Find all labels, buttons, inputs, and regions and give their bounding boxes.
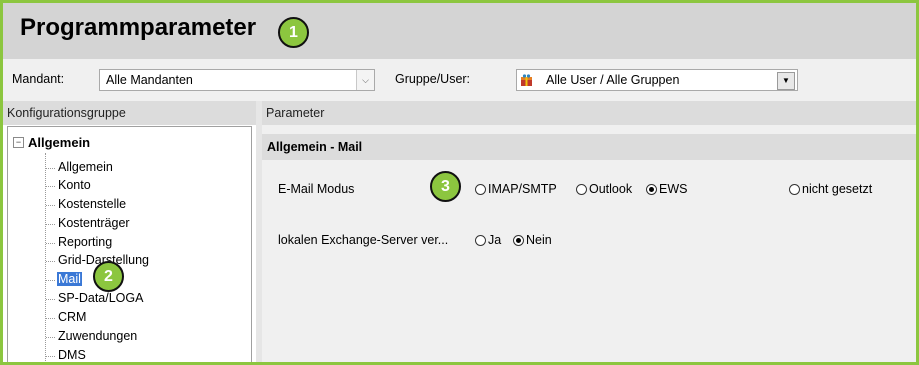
- radio-nicht-gesetzt[interactable]: nicht gesetzt: [789, 182, 872, 198]
- tree-guide-line: [45, 153, 46, 362]
- param-row-email-modus: E-Mail Modus IMAP/SMTP Outlook EWS nicht…: [262, 180, 916, 200]
- mandant-select[interactable]: Alle Mandanten ⌵: [99, 69, 375, 91]
- radio-nein[interactable]: Nein: [513, 233, 552, 249]
- radio-checked-icon: [646, 184, 657, 195]
- param-row-exchange-server: lokalen Exchange-Server ver... Ja Nein: [262, 231, 916, 251]
- radio-checked-icon: [513, 235, 524, 246]
- config-group-header: Konfigurationsgruppe: [3, 101, 256, 125]
- section-title: Allgemein - Mail: [262, 134, 916, 160]
- radio-circle-icon: [475, 184, 486, 195]
- page-title: Programmparameter: [20, 14, 257, 41]
- radio-circle-icon: [789, 184, 800, 195]
- radio-outlook[interactable]: Outlook: [576, 182, 632, 198]
- gruppe-select[interactable]: Alle User / Alle Gruppen ▼: [516, 69, 798, 91]
- app-window: Programmparameter 1 Mandant: Alle Mandan…: [0, 0, 919, 365]
- tree-root-allgemein[interactable]: Allgemein: [28, 135, 90, 150]
- radio-circle-icon: [576, 184, 587, 195]
- title-bar: Programmparameter 1: [3, 3, 916, 59]
- radio-circle-icon: [475, 235, 486, 246]
- chevron-down-icon[interactable]: ⌵: [356, 70, 374, 90]
- config-tree: − Allgemein Allgemein Konto Kostenstelle…: [7, 126, 252, 362]
- gruppe-label: Gruppe/User:: [395, 72, 471, 86]
- radio-ews[interactable]: EWS: [646, 182, 687, 198]
- param-label: lokalen Exchange-Server ver...: [278, 233, 449, 247]
- filter-bar: Mandant: Alle Mandanten ⌵ Gruppe/User: A…: [3, 59, 916, 102]
- gruppe-value: Alle User / Alle Gruppen: [546, 73, 680, 87]
- param-label: E-Mail Modus: [278, 182, 355, 196]
- callout-badge-3: 3: [430, 171, 461, 202]
- gift-icon: [521, 74, 532, 86]
- parameter-panel: Allgemein - Mail E-Mail Modus IMAP/SMTP …: [262, 125, 916, 362]
- mandant-label: Mandant:: [12, 72, 65, 86]
- radio-ja[interactable]: Ja: [475, 233, 501, 249]
- mandant-value: Alle Mandanten: [106, 73, 193, 87]
- parameter-header: Parameter: [262, 101, 916, 125]
- callout-badge-2: 2: [93, 261, 124, 292]
- dropdown-arrow-icon[interactable]: ▼: [777, 72, 795, 90]
- collapse-icon[interactable]: −: [13, 137, 24, 148]
- radio-imap-smtp[interactable]: IMAP/SMTP: [475, 182, 557, 198]
- callout-badge-1: 1: [278, 17, 309, 48]
